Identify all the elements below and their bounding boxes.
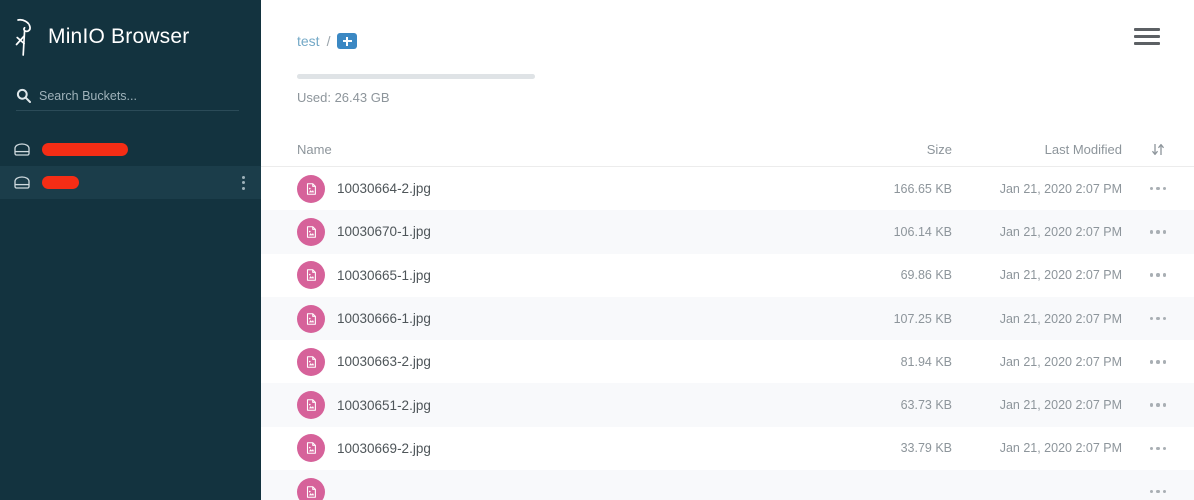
table-header: Name Size Last Modified <box>261 133 1194 167</box>
file-name[interactable]: 10030663-2.jpg <box>337 354 820 369</box>
file-modified: Jan 21, 2020 2:07 PM <box>999 181 1122 196</box>
row-actions[interactable] <box>1122 273 1194 277</box>
table-row[interactable]: 10030666-1.jpg 107.25 KB Jan 21, 2020 2:… <box>261 296 1194 341</box>
breadcrumb-separator: / <box>326 33 331 49</box>
file-size: 63.73 KB <box>900 398 952 413</box>
row-actions[interactable] <box>1122 316 1194 321</box>
file-modified: Jan 21, 2020 2:07 PM <box>999 354 1122 369</box>
file-modified: Jan 21, 2020 2:07 PM <box>999 268 1122 283</box>
table-row[interactable]: 10030670-1.jpg 106.14 KB Jan 21, 2020 2:… <box>261 210 1194 254</box>
file-size: 107.25 KB <box>893 311 952 326</box>
column-header-last-modified[interactable]: Last Modified <box>952 142 1122 157</box>
file-size: 69.86 KB <box>900 268 952 283</box>
file-size: 33.79 KB <box>900 441 952 456</box>
file-size: 106.14 KB <box>893 224 952 239</box>
file-name[interactable]: 10030665-1.jpg <box>337 268 820 283</box>
sidebar-bucket-item-1[interactable] <box>0 133 261 166</box>
table-row[interactable]: 10030669-2.jpg 33.79 KB Jan 21, 2020 2:0… <box>261 426 1194 471</box>
file-name[interactable]: 10030670-1.jpg <box>337 224 820 239</box>
row-actions[interactable] <box>1122 403 1194 407</box>
image-file-icon <box>297 261 325 290</box>
horizontal-dots-icon[interactable] <box>1149 186 1167 191</box>
column-header-size[interactable]: Size <box>820 142 952 157</box>
file-modified: Jan 21, 2020 2:07 PM <box>999 441 1122 456</box>
horizontal-dots-icon[interactable] <box>1149 316 1167 321</box>
horizontal-dots-icon[interactable] <box>1149 230 1167 234</box>
app-title: MinIO Browser <box>48 25 190 48</box>
column-header-name[interactable]: Name <box>297 142 820 157</box>
folder-plus-icon[interactable] <box>337 33 358 49</box>
file-modified: Jan 21, 2020 2:07 PM <box>999 311 1122 326</box>
file-size: 166.65 KB <box>893 181 952 196</box>
horizontal-dots-icon[interactable] <box>1149 489 1167 494</box>
image-file-icon <box>297 391 325 420</box>
main-content: test / Used: 26.43 GB Name Size Last Mod… <box>261 0 1194 500</box>
bucket-icon <box>12 173 32 193</box>
sort-arrows-icon[interactable] <box>1151 142 1165 157</box>
horizontal-dots-icon[interactable] <box>1149 360 1167 364</box>
bucket-name-redacted <box>42 176 79 189</box>
search-buckets[interactable] <box>16 88 239 111</box>
row-actions[interactable] <box>1122 360 1194 364</box>
image-file-icon <box>297 174 325 203</box>
file-size: 81.94 KB <box>900 354 952 369</box>
sidebar: MinIO Browser <box>0 0 261 500</box>
table-row[interactable]: 10030665-1.jpg 69.86 KB Jan 21, 2020 2:0… <box>261 253 1194 297</box>
usage-progress-fill <box>297 74 535 79</box>
bucket-name-redacted <box>42 143 128 156</box>
file-name[interactable]: 10030666-1.jpg <box>337 311 820 326</box>
table-body: 10030664-2.jpg 166.65 KB Jan 21, 2020 2:… <box>261 167 1194 500</box>
breadcrumb: test / <box>297 33 358 49</box>
minio-browser-app: MinIO Browser Search Buckets... test / U… <box>0 0 1194 500</box>
object-table: Name Size Last Modified 10030664-2.jpg 1… <box>261 133 1194 500</box>
table-row[interactable] <box>261 470 1194 500</box>
file-name[interactable]: 10030669-2.jpg <box>337 441 820 456</box>
top-bar: test / <box>261 0 1194 74</box>
table-row[interactable]: 10030664-2.jpg 166.65 KB Jan 21, 2020 2:… <box>261 167 1194 211</box>
image-file-icon <box>297 347 325 376</box>
vertical-dots-icon[interactable] <box>242 175 245 190</box>
horizontal-dots-icon[interactable] <box>1149 403 1167 407</box>
table-row[interactable]: 10030651-2.jpg 63.73 KB Jan 21, 2020 2:0… <box>261 383 1194 427</box>
file-modified: Jan 21, 2020 2:07 PM <box>999 224 1122 239</box>
hamburger-menu-icon[interactable] <box>1134 28 1160 45</box>
sort-column[interactable] <box>1122 142 1194 157</box>
minio-bird-logo-icon <box>12 16 38 58</box>
image-file-icon <box>297 304 325 333</box>
table-row[interactable]: 10030663-2.jpg 81.94 KB Jan 21, 2020 2:0… <box>261 340 1194 384</box>
sidebar-bucket-item-2[interactable] <box>0 166 261 199</box>
row-actions[interactable] <box>1122 230 1194 234</box>
row-actions[interactable] <box>1122 186 1194 191</box>
brand: MinIO Browser <box>0 0 261 60</box>
bucket-icon <box>12 140 32 160</box>
row-actions[interactable] <box>1122 446 1194 451</box>
horizontal-dots-icon[interactable] <box>1149 273 1167 277</box>
row-actions[interactable] <box>1122 489 1194 494</box>
breadcrumb-bucket[interactable]: test <box>297 33 320 49</box>
image-file-icon <box>297 434 325 463</box>
search-icon <box>16 88 31 103</box>
file-name[interactable]: 10030664-2.jpg <box>337 181 820 196</box>
horizontal-dots-icon[interactable] <box>1149 446 1167 451</box>
search-input[interactable] <box>39 88 239 103</box>
image-file-icon <box>297 477 325 500</box>
file-name[interactable]: 10030651-2.jpg <box>337 398 820 413</box>
file-modified: Jan 21, 2020 2:07 PM <box>999 398 1122 413</box>
usage-label: Used: 26.43 GB <box>297 90 390 105</box>
image-file-icon <box>297 217 325 246</box>
usage-progress-bar <box>297 74 535 79</box>
storage-usage: Used: 26.43 GB <box>261 74 1194 105</box>
bucket-list <box>0 133 261 199</box>
